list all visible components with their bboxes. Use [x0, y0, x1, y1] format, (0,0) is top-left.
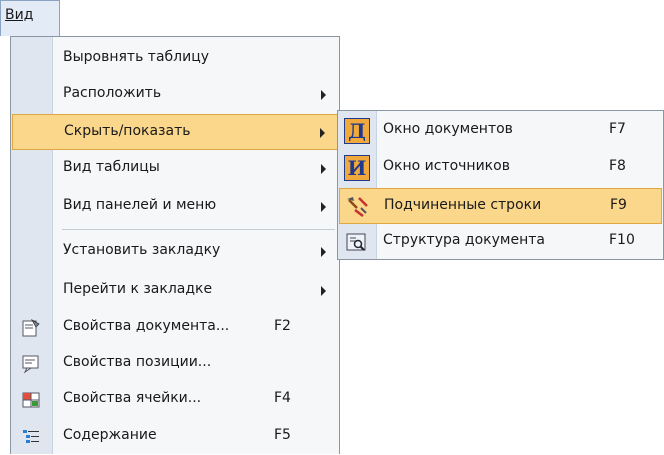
submenu-item-label: Структура документа	[383, 232, 545, 248]
menu-item-position-properties[interactable]: Свойства позиции...	[12, 346, 338, 382]
menu-item-document-properties[interactable]: Свойства документа... F2	[12, 310, 338, 346]
menu-item-panels-view[interactable]: Вид панелей и меню	[12, 189, 338, 225]
menu-item-label: Свойства позиции...	[63, 354, 212, 370]
hide-show-submenu: Д Окно документов F7 И Окно источников F…	[337, 110, 664, 260]
menu-item-label: Содержание	[63, 427, 157, 443]
menu-item-label: Свойства ячейки...	[63, 390, 202, 406]
menu-item-label: Вид таблицы	[63, 159, 160, 175]
menu-item-label: Перейти к закладке	[63, 281, 213, 297]
submenu-arrow-icon	[320, 128, 325, 138]
menu-item-label: Скрыть/показать	[64, 123, 191, 139]
submenu-item-shortcut: F7	[609, 121, 626, 137]
menu-item-label: Расположить	[63, 85, 162, 101]
submenu-item-subordinate-rows[interactable]: Подчиненные строки F9	[339, 188, 662, 224]
menu-item-label: Вид панелей и меню	[63, 197, 217, 213]
menu-vid-label: Вид	[5, 7, 34, 23]
position-properties-icon	[21, 354, 41, 374]
contents-icon	[21, 427, 41, 447]
menu-item-arrange[interactable]: Расположить	[12, 77, 338, 113]
cell-properties-icon	[21, 390, 41, 410]
submenu-item-sources-window[interactable]: И Окно источников F8	[339, 150, 662, 186]
menu-item-shortcut: F4	[274, 390, 291, 406]
menu-item-set-bookmark[interactable]: Установить закладку	[12, 234, 338, 270]
submenu-arrow-icon	[321, 286, 326, 296]
menu-item-cell-properties[interactable]: Свойства ячейки... F4	[12, 382, 338, 418]
document-properties-icon	[21, 318, 41, 338]
document-structure-icon	[344, 229, 370, 255]
view-menu: Выровнять таблицу Расположить Скрыть/пок…	[10, 36, 340, 454]
submenu-item-documents-window[interactable]: Д Окно документов F7	[339, 113, 662, 149]
submenu-item-shortcut: F9	[610, 197, 627, 213]
menu-item-hide-show[interactable]: Скрыть/показать	[12, 114, 338, 150]
submenu-item-label: Окно источников	[383, 158, 510, 174]
submenu-item-shortcut: F8	[609, 158, 626, 174]
menu-vid[interactable]: Вид	[0, 0, 60, 36]
submenu-item-label: Окно документов	[383, 121, 513, 137]
menu-item-label: Выровнять таблицу	[63, 49, 210, 65]
submenu-arrow-icon	[321, 202, 326, 212]
submenu-arrow-icon	[321, 90, 326, 100]
submenu-item-document-structure[interactable]: Структура документа F10	[339, 224, 662, 260]
menu-item-align-table[interactable]: Выровнять таблицу	[12, 41, 338, 77]
menu-item-shortcut: F2	[274, 318, 291, 334]
submenu-item-shortcut: F10	[609, 232, 635, 248]
sources-window-icon: И	[344, 155, 370, 181]
menu-item-label: Установить закладку	[63, 242, 221, 258]
menu-item-shortcut: F5	[274, 427, 291, 443]
submenu-arrow-icon	[321, 247, 326, 257]
menu-item-label: Свойства документа...	[63, 318, 230, 334]
menu-item-table-view[interactable]: Вид таблицы	[12, 151, 338, 187]
menu-separator	[62, 229, 335, 230]
submenu-item-label: Подчиненные строки	[384, 197, 542, 213]
subordinate-rows-icon	[345, 194, 371, 220]
submenu-arrow-icon	[321, 164, 326, 174]
menu-item-contents[interactable]: Содержание F5	[12, 419, 338, 455]
documents-window-icon: Д	[344, 118, 370, 144]
menu-item-go-to-bookmark[interactable]: Перейти к закладке	[12, 273, 338, 309]
